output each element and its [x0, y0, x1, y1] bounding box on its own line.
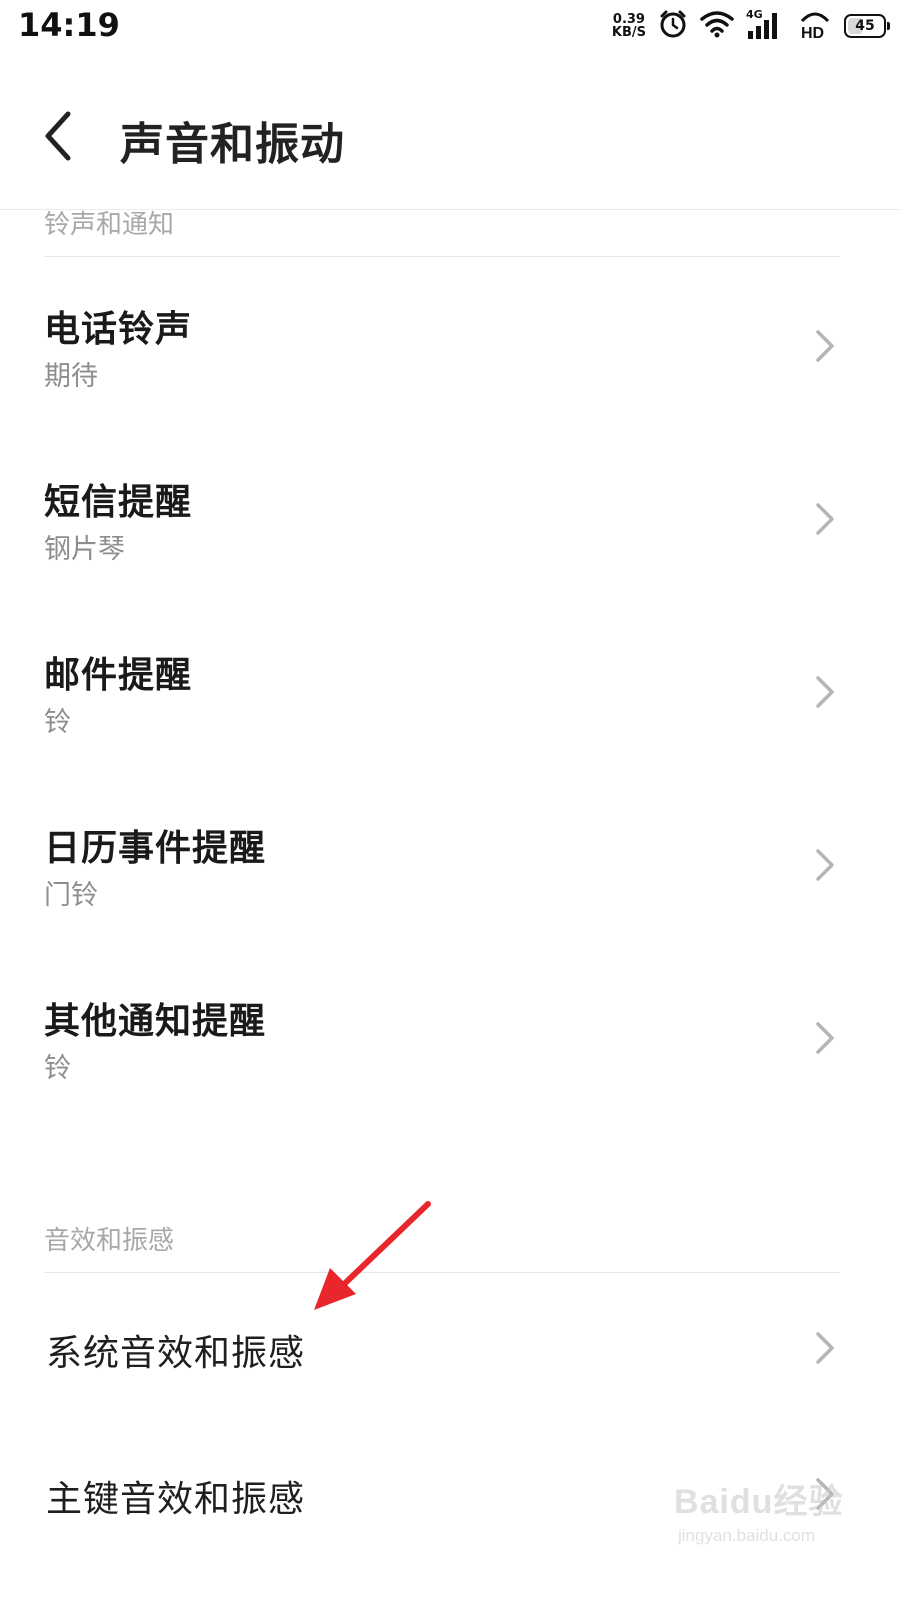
item-title: 系统音效和振感 — [46, 1333, 306, 1374]
hd-icon: HD — [798, 9, 832, 44]
list-item-email-alert[interactable]: 邮件提醒 铃 — [0, 604, 900, 776]
list-item-phone-ringtone[interactable]: 电话铃声 期待 — [0, 258, 900, 430]
chevron-right-icon — [816, 1332, 834, 1364]
net-speed: 0.39 KB/S — [612, 13, 646, 39]
item-title: 短信提醒 — [44, 482, 193, 523]
battery-icon: 45 — [844, 14, 890, 38]
watermark-url: jingyan.baidu.com — [678, 1526, 816, 1545]
item-title: 其他通知提醒 — [44, 1001, 267, 1042]
item-title: 主键音效和振感 — [46, 1479, 306, 1520]
baidu-watermark: Baidu经验 jingyan.baidu.com — [674, 1466, 844, 1558]
page-title: 声音和振动 — [120, 119, 345, 170]
item-title: 邮件提醒 — [44, 655, 193, 696]
list-item-sms-alert[interactable]: 短信提醒 钢片琴 — [0, 431, 900, 603]
list-item-calendar-alert[interactable]: 日历事件提醒 门铃 — [0, 777, 900, 949]
watermark-brand: Baidu经验 — [674, 1483, 844, 1521]
chevron-right-icon — [816, 676, 834, 708]
item-subtitle: 铃 — [44, 707, 71, 738]
chevron-right-icon — [816, 1022, 834, 1054]
item-title: 日历事件提醒 — [44, 828, 267, 869]
status-icons: 0.39 KB/S 4G HD 45 — [612, 8, 890, 44]
signal-icon: 4G — [746, 9, 786, 41]
net-speed-unit: KB/S — [611, 25, 646, 40]
item-subtitle: 门铃 — [44, 880, 98, 911]
title-bar: 声音和振动 — [0, 52, 900, 210]
item-subtitle: 钢片琴 — [44, 534, 125, 565]
chevron-right-icon — [816, 330, 834, 362]
battery-level: 45 — [855, 18, 875, 34]
chevron-right-icon — [816, 503, 834, 535]
section-divider — [44, 256, 840, 257]
list-item-other-alert[interactable]: 其他通知提醒 铃 — [0, 950, 900, 1122]
section-divider — [44, 1272, 840, 1273]
chevron-left-icon — [45, 111, 71, 161]
back-button[interactable] — [34, 104, 84, 168]
list-item-system-effects[interactable]: 系统音效和振感 — [0, 1276, 900, 1416]
item-subtitle: 期待 — [44, 361, 98, 392]
chevron-right-icon — [816, 849, 834, 881]
hd-label: HD — [801, 25, 824, 39]
item-subtitle: 铃 — [44, 1053, 71, 1084]
status-time: 14:19 — [18, 6, 120, 44]
alarm-icon — [658, 9, 688, 43]
section-header-ringtones: 铃声和通知 — [44, 210, 175, 240]
item-title: 电话铃声 — [44, 309, 193, 350]
status-bar: 14:19 0.39 KB/S 4G HD 45 — [0, 0, 900, 52]
wifi-icon — [700, 10, 734, 42]
annotation-arrow-icon — [314, 1201, 431, 1310]
section-header-effects: 音效和振感 — [44, 1226, 175, 1256]
